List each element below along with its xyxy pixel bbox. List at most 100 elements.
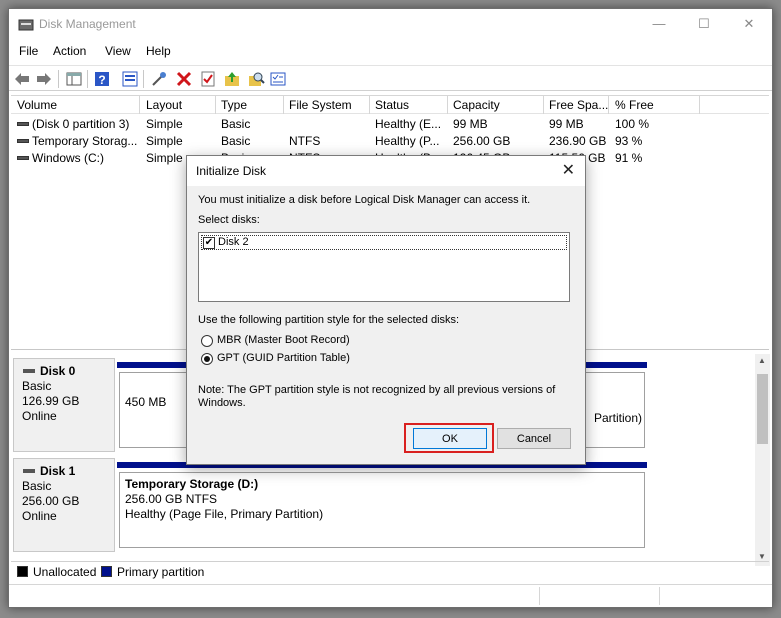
volume-pct: 91 % — [615, 151, 643, 165]
mbr-radio[interactable] — [201, 335, 213, 347]
disk-view-scrollbar[interactable]: ▲ ▼ — [755, 354, 770, 566]
column-status[interactable]: Status — [375, 98, 409, 112]
disk-size: 256.00 GB — [22, 494, 80, 508]
drive-icon — [17, 156, 29, 160]
disk-type: Basic — [22, 479, 52, 493]
toolbar-separator — [143, 70, 144, 88]
disk-list-item[interactable]: ✔ Disk 2 — [201, 235, 567, 250]
volume-row[interactable]: Temporary Storag... Simple Basic NTFS He… — [11, 132, 769, 149]
gpt-radio[interactable] — [201, 353, 213, 365]
volume-fs: NTFS — [289, 134, 321, 148]
volume-layout: Simple — [146, 151, 183, 165]
dialog-title: Initialize Disk — [196, 164, 267, 178]
scroll-up-icon[interactable]: ▲ — [758, 356, 766, 365]
column-file-system[interactable]: File System — [289, 98, 352, 112]
volume-pct: 100 % — [615, 117, 650, 131]
title-bar: Disk Management — ☐ ✕ — [9, 9, 772, 41]
window-title: Disk Management — [39, 17, 136, 31]
volume-type: Basic — [221, 134, 251, 148]
disk-1-label[interactable]: Disk 1 Basic 256.00 GB Online — [13, 458, 115, 552]
column-capacity[interactable]: Capacity — [453, 98, 500, 112]
drive-icon — [17, 139, 29, 143]
scroll-thumb[interactable] — [757, 374, 768, 444]
forward-arrow-icon[interactable] — [35, 70, 53, 88]
ok-button[interactable]: OK — [413, 428, 487, 449]
toolbar: ? — [9, 65, 772, 91]
disk-icon — [23, 469, 35, 473]
legend: Unallocated Primary partition — [11, 561, 769, 581]
volume-type: Basic — [221, 117, 251, 131]
minimize-icon[interactable]: — — [636, 9, 682, 39]
console-tree-icon[interactable] — [65, 70, 83, 88]
delete-icon[interactable] — [175, 70, 193, 88]
gpt-note-line1: Note: The GPT partition style is not rec… — [198, 384, 556, 396]
properties-icon[interactable] — [121, 70, 139, 88]
drive-icon — [17, 122, 29, 126]
dialog-close-icon[interactable]: ✕ — [562, 160, 575, 180]
volume-capacity: 256.00 GB — [453, 134, 511, 148]
column-type[interactable]: Type — [221, 98, 247, 112]
volume-pct: 93 % — [615, 134, 643, 148]
disk-checkbox[interactable]: ✔ — [203, 237, 215, 249]
disk-name: Disk 1 — [40, 464, 76, 478]
partition-status: Healthy (Page File, Primary Partition) — [125, 507, 324, 521]
menu-bar: File Action View Help — [9, 41, 772, 63]
disk-selection-list[interactable]: ✔ Disk 2 — [198, 232, 570, 302]
volume-name: Windows (C:) — [32, 151, 105, 165]
disk-name: Disk 0 — [40, 364, 76, 378]
column-volume[interactable]: Volume — [17, 98, 57, 112]
volume-status: Healthy (P... — [375, 134, 440, 148]
search-icon[interactable] — [247, 70, 265, 88]
list-view-icon[interactable] — [269, 70, 287, 88]
volume-capacity: 99 MB — [453, 117, 488, 131]
disk-type: Basic — [22, 379, 52, 393]
unallocated-swatch — [17, 566, 28, 577]
disk-1-partition[interactable]: Temporary Storage (D:) 256.00 GB NTFS He… — [119, 472, 645, 548]
disk-state: Online — [22, 509, 57, 523]
column-free-space[interactable]: Free Spa... — [549, 98, 608, 112]
maximize-icon[interactable]: ☐ — [681, 9, 727, 39]
menu-file[interactable]: File — [19, 44, 38, 58]
initialize-disk-dialog: Initialize Disk ✕ You must initialize a … — [186, 155, 586, 465]
partition-size: 256.00 GB NTFS — [125, 492, 218, 506]
back-arrow-icon[interactable] — [13, 70, 31, 88]
connect-icon[interactable] — [150, 70, 168, 88]
menu-view[interactable]: View — [105, 44, 131, 58]
volume-row[interactable]: (Disk 0 partition 3) Simple Basic Health… — [11, 115, 769, 132]
toolbar-separator — [58, 70, 59, 88]
menu-action[interactable]: Action — [53, 44, 86, 58]
legend-primary-partition: Primary partition — [117, 565, 205, 579]
disk-icon — [23, 369, 35, 373]
column-layout[interactable]: Layout — [146, 98, 182, 112]
disk-management-icon — [18, 19, 34, 31]
disk-item-label: Disk 2 — [218, 236, 249, 248]
svg-text:?: ? — [98, 73, 105, 87]
help-icon[interactable]: ? — [93, 70, 111, 88]
scroll-down-icon[interactable]: ▼ — [758, 552, 766, 561]
primary-partition-swatch — [101, 566, 112, 577]
dialog-intro-text: You must initialize a disk before Logica… — [198, 194, 531, 206]
gpt-label[interactable]: GPT (GUID Partition Table) — [217, 352, 350, 364]
check-icon[interactable] — [199, 70, 217, 88]
mbr-label[interactable]: MBR (Master Boot Record) — [217, 334, 350, 346]
volume-list-header: Volume Layout Type File System Status Ca… — [11, 96, 769, 114]
close-icon[interactable]: ✕ — [726, 9, 772, 39]
select-disks-label: Select disks: — [198, 214, 260, 226]
partition-title: Temporary Storage (D:) — [125, 477, 259, 491]
legend-unallocated: Unallocated — [33, 565, 97, 579]
partition-status: Partition) — [593, 411, 642, 425]
up-folder-icon[interactable] — [223, 70, 241, 88]
menu-help[interactable]: Help — [146, 44, 171, 58]
volume-status: Healthy (E... — [375, 117, 442, 131]
volume-free: 236.90 GB — [549, 134, 607, 148]
volume-name: (Disk 0 partition 3) — [32, 117, 130, 131]
disk-0-label[interactable]: Disk 0 Basic 126.99 GB Online — [13, 358, 115, 452]
cancel-button[interactable]: Cancel — [497, 428, 571, 449]
gpt-note-line2: Windows. — [198, 397, 246, 409]
toolbar-separator — [87, 70, 88, 88]
volume-free: 99 MB — [549, 117, 584, 131]
dialog-title-bar: Initialize Disk ✕ — [187, 156, 585, 186]
partition-style-label: Use the following partition style for th… — [198, 314, 460, 326]
disk-size: 126.99 GB — [22, 394, 80, 408]
column-percent-free[interactable]: % Free — [615, 98, 654, 112]
